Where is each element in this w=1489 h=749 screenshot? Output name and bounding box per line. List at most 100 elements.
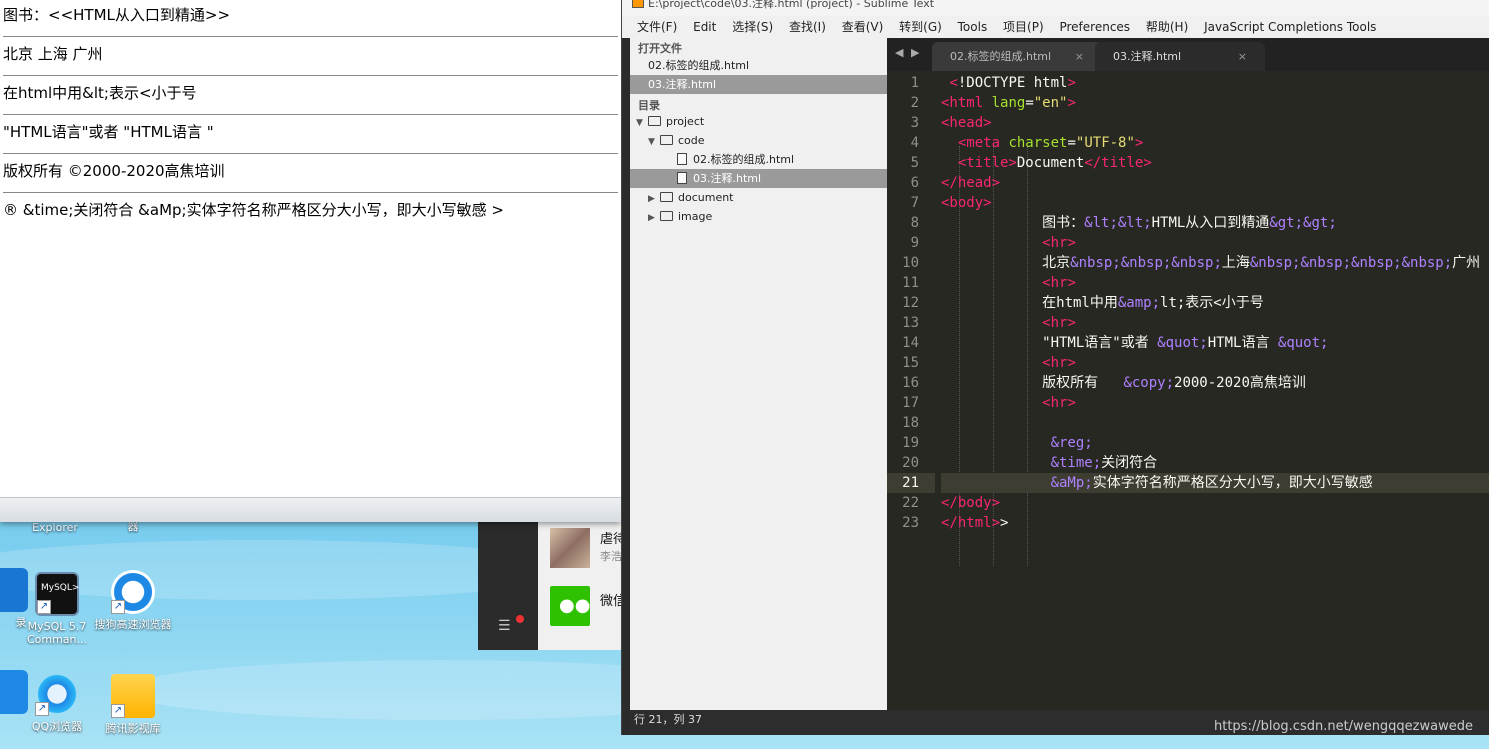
sublime-app-icon — [632, 0, 644, 8]
terminal-icon-text: MySQL> — [41, 583, 80, 593]
open-file-item-active[interactable]: 03.注释.html — [630, 75, 887, 94]
folder-video-icon: ↗ — [111, 674, 155, 718]
tab-close-icon[interactable]: × — [1075, 42, 1084, 72]
horizontal-rule — [3, 153, 618, 154]
code-line: <meta charset="UTF-8"> — [957, 135, 1144, 151]
menu-edit[interactable]: Edit — [687, 16, 722, 38]
tree-folder-project[interactable]: ▼ project — [630, 112, 887, 131]
code-line: <html lang="en"> — [941, 95, 1076, 111]
horizontal-rule — [3, 36, 618, 37]
tab-prev-icon[interactable]: ◀ — [895, 46, 903, 59]
tab-02[interactable]: 02.标签的组成.html × — [932, 42, 1102, 71]
page-text-line: 在html中用&lt;表示<小于号 — [3, 84, 197, 102]
line-number: 2 — [910, 95, 919, 111]
tab-next-icon[interactable]: ▶ — [911, 46, 919, 59]
icon-label: 腾讯影视库 — [105, 722, 161, 735]
code-line: </head> — [941, 175, 1001, 191]
menu-view[interactable]: 查看(V) — [836, 16, 890, 38]
tree-file[interactable]: 02.标签的组成.html — [630, 150, 887, 169]
window-titlebar[interactable]: E:\project\code\03.注释.html (project) - S… — [622, 0, 1489, 16]
notification-subtitle: 李浩 — [600, 550, 622, 563]
code-line: "HTML语言"或者 &quot;HTML语言 &quot; — [941, 335, 1329, 351]
line-number: 22 — [902, 495, 919, 511]
file-label: 03.注释.html — [693, 172, 762, 185]
code-line: <hr> — [1042, 235, 1076, 251]
code-line: <!DOCTYPE html> — [949, 75, 1076, 91]
unread-dot-icon — [516, 615, 524, 623]
menu-selection[interactable]: 选择(S) — [726, 16, 779, 38]
folder-label: document — [678, 191, 734, 204]
icon-label: 搜狗高速浏览器 — [94, 618, 172, 631]
folders-header: 目录 — [638, 99, 660, 112]
file-icon — [677, 172, 687, 184]
icon-label: MySQL 5.7 Comman... — [26, 620, 88, 646]
tab-label: 02.标签的组成.html — [950, 50, 1052, 63]
horizontal-rule — [3, 114, 618, 115]
menu-icon[interactable]: ☰ — [498, 618, 518, 634]
line-number: 21 — [887, 473, 935, 493]
code-line: <title>Document</title> — [957, 155, 1152, 171]
tree-folder-image[interactable]: ▶ image — [630, 207, 887, 226]
browser-status-bar — [0, 497, 621, 522]
line-number: 19 — [902, 435, 919, 451]
menu-goto[interactable]: 转到(G) — [893, 16, 948, 38]
window-title: E:\project\code\03.注释.html (project) - S… — [648, 0, 935, 10]
code-line-current: &aMp;实体字符名称严格区分大小写，即大小写敏感 — [941, 473, 1489, 493]
open-files-header: 打开文件 — [638, 42, 682, 55]
desktop-icon-partial-2[interactable] — [0, 670, 46, 718]
file-icon — [677, 153, 687, 165]
watermark: https://blog.csdn.net/wengqqezwawede — [1214, 719, 1473, 734]
folder-open-icon — [648, 116, 661, 126]
shortcut-arrow-icon: ↗ — [111, 704, 125, 718]
code-line: <head> — [941, 115, 992, 131]
tab-03-active[interactable]: 03.注释.html × — [1095, 42, 1265, 71]
sogou-browser-icon: ↗ — [111, 570, 155, 614]
line-number: 5 — [910, 155, 919, 171]
code-line: <hr> — [1042, 315, 1076, 331]
desktop-icon-tencent-video[interactable]: ↗ 腾讯影视库 — [93, 674, 173, 735]
sublime-window: E:\project\code\03.注释.html (project) - S… — [621, 0, 1489, 735]
menu-project[interactable]: 项目(P) — [997, 16, 1050, 38]
code-editor[interactable]: 1 2 3 4 5 6 7 8 9 10 11 12 13 14 15 16 17 18 19 20 21 22 23 <!… — [887, 71, 1489, 710]
horizontal-rule — [3, 192, 618, 193]
folder-label: project — [666, 115, 705, 128]
line-number: 7 — [910, 195, 919, 211]
menu-file[interactable]: 文件(F) — [622, 16, 683, 38]
menu-preferences[interactable]: Preferences — [1053, 16, 1136, 38]
tree-folder-document[interactable]: ▶ document — [630, 188, 887, 207]
line-number: 9 — [910, 235, 919, 251]
menu-find[interactable]: 查找(I) — [783, 16, 832, 38]
code-area[interactable]: <!DOCTYPE html> <html lang="en"> <head> … — [941, 73, 1489, 566]
menu-bar: 文件(F) Edit 选择(S) 查找(I) 查看(V) 转到(G) Tools… — [622, 16, 1489, 38]
tree-folder-code[interactable]: ▼ code — [630, 131, 887, 150]
desktop-icon-sogou[interactable]: ↗ 搜狗高速浏览器 — [93, 570, 173, 631]
code-line: 图书：&lt;&lt;HTML从入口到精通&gt;&gt; — [941, 215, 1337, 231]
desktop-icon-mysql[interactable]: MySQL> ↗ MySQL 5.7 Comman... — [17, 572, 97, 646]
menu-help[interactable]: 帮助(H) — [1140, 16, 1194, 38]
folder-icon — [660, 192, 673, 202]
tab-close-icon[interactable]: × — [1238, 42, 1247, 72]
line-number: 12 — [902, 295, 919, 311]
app-icon — [0, 670, 28, 714]
folder-open-icon — [660, 135, 673, 145]
open-file-item[interactable]: 02.标签的组成.html — [630, 56, 887, 75]
browser-window: 图书：<<HTML从入口到精通>> 北京 上海 广州 在html中用&lt;表示… — [0, 0, 621, 522]
code-line: 北京&nbsp;&nbsp;&nbsp;上海&nbsp;&nbsp;&nbsp;… — [941, 255, 1481, 271]
menu-js-completions[interactable]: JavaScript Completions Tools — [1198, 16, 1382, 38]
code-line: &time;关闭符合 — [1050, 455, 1158, 471]
code-line: &reg; — [1050, 435, 1093, 451]
shortcut-arrow-icon: ↗ — [111, 600, 125, 614]
menu-tools[interactable]: Tools — [952, 16, 994, 38]
horizontal-rule — [3, 75, 618, 76]
tree-file-active[interactable]: 03.注释.html — [630, 169, 887, 188]
page-text-line: ® &time;关闭符合 &aMp;实体字符名称严格区分大小写，即大小写敏感 > — [3, 201, 504, 219]
group-avatar[interactable] — [550, 528, 590, 568]
wechat-icon[interactable]: ●● — [550, 586, 590, 626]
folder-label: code — [678, 134, 705, 147]
code-line: 在html中用&amp;lt;表示<小于号 — [941, 295, 1264, 311]
wechat-bubble-icon: ●● — [559, 595, 591, 616]
terminal-icon: MySQL> ↗ — [35, 572, 79, 616]
line-number: 11 — [902, 275, 919, 291]
sidebar: 打开文件 02.标签的组成.html 03.注释.html 目录 ▼ projec… — [630, 38, 887, 710]
